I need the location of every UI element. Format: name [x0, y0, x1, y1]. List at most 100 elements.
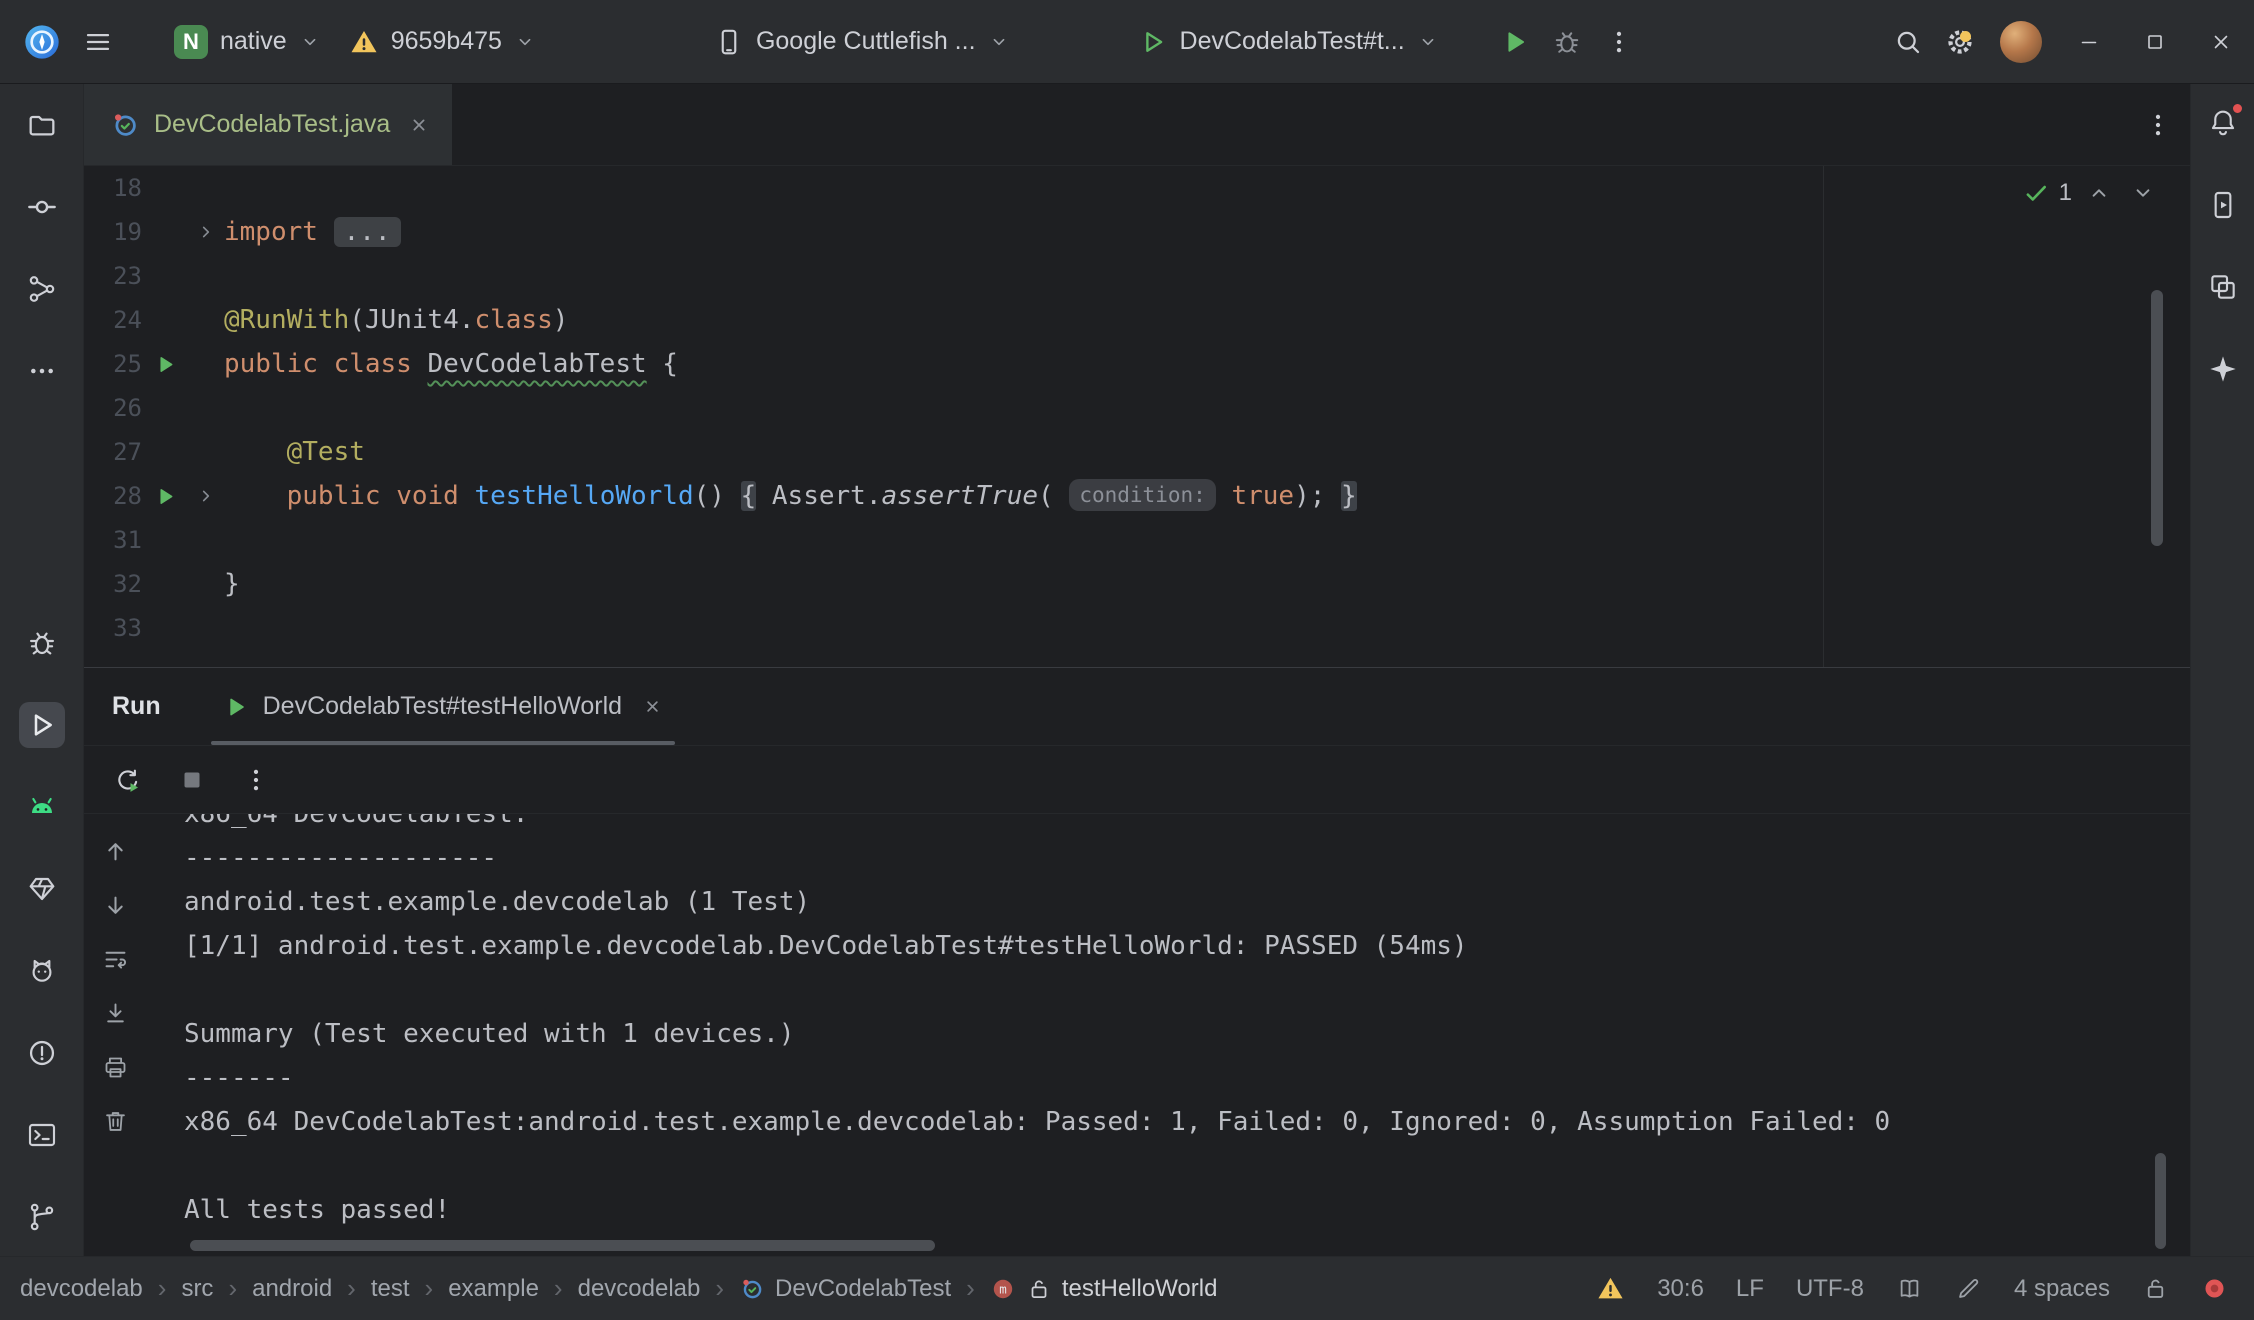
file-encoding[interactable]: UTF-8 — [1796, 1275, 1864, 1303]
search-everywhere-button[interactable] — [1882, 14, 1934, 70]
line-number[interactable]: 28 — [84, 474, 142, 518]
code-line-32[interactable]: 32} — [84, 562, 2190, 606]
code-text[interactable]: public class DevCodelabTest { — [224, 342, 678, 386]
stop-button[interactable] — [168, 756, 216, 804]
device-manager-tool-button[interactable] — [2200, 264, 2246, 310]
notifications-tool-button[interactable] — [2200, 100, 2246, 146]
main-menu-button[interactable] — [72, 14, 124, 70]
code-line-26[interactable]: 26 — [84, 386, 2190, 430]
code-line-23[interactable]: 23 — [84, 254, 2190, 298]
running-devices-tool-button[interactable] — [2200, 182, 2246, 228]
previous-problem-button[interactable] — [2082, 176, 2116, 210]
gutter-fold-column[interactable] — [188, 474, 224, 518]
gutter-fold-column[interactable] — [188, 210, 224, 254]
logcat-tool-button[interactable] — [19, 948, 65, 994]
more-tool-windows-tool-button[interactable] — [19, 348, 65, 394]
console-line[interactable]: x86_64 DevCodelabTest: — [184, 814, 2190, 836]
window-close-button[interactable] — [2188, 0, 2254, 83]
device-selector[interactable]: Google Cuttlefish ... — [700, 14, 1024, 70]
line-number[interactable]: 32 — [84, 562, 142, 606]
project-tool-button[interactable] — [19, 102, 65, 148]
console-vertical-scrollbar[interactable] — [2155, 1153, 2166, 1249]
clear-all-button[interactable] — [95, 1104, 135, 1138]
more-options-button[interactable] — [232, 756, 280, 804]
print-button[interactable] — [95, 1050, 135, 1084]
debug-tool-button[interactable] — [19, 620, 65, 666]
line-number[interactable]: 27 — [84, 430, 142, 474]
run-configuration-selector[interactable]: DevCodelabTest#t... — [1124, 14, 1453, 70]
console-line[interactable] — [184, 968, 2190, 1012]
app-quality-insights-tool-button[interactable] — [19, 866, 65, 912]
line-separator[interactable]: LF — [1736, 1275, 1764, 1303]
caret-position[interactable]: 30:6 — [1657, 1275, 1704, 1303]
code-text[interactable]: @Test — [224, 430, 365, 474]
line-number[interactable]: 19 — [84, 210, 142, 254]
window-maximize-button[interactable] — [2122, 0, 2188, 83]
code-line-18[interactable]: 18 — [84, 166, 2190, 210]
code-line-24[interactable]: 24 @RunWith(JUnit4.class) — [84, 298, 2190, 342]
code-editor[interactable]: 1819 import ... 2324 @RunWith(JUnit4.class)… — [84, 166, 2190, 667]
next-occurrence-button[interactable] — [95, 888, 135, 922]
console-line[interactable]: x86_64 DevCodelabTest:android.test.examp… — [184, 1100, 2190, 1144]
highlighting-level-icon[interactable] — [1955, 1275, 1982, 1302]
tab-devcodelabtest-java[interactable]: DevCodelabTest.java — [84, 84, 452, 165]
code-text[interactable]: } — [224, 562, 240, 606]
warning-icon[interactable] — [1596, 1274, 1625, 1303]
gutter-run-column[interactable] — [142, 474, 188, 518]
editor-scrollbar[interactable] — [2151, 290, 2163, 546]
run-tool-button[interactable] — [19, 702, 65, 748]
device-emulator-tool-button[interactable] — [19, 784, 65, 830]
breadcrumb-item-devcodelabtest[interactable]: DevCodelabTest — [739, 1275, 951, 1303]
breadcrumb-item-android[interactable]: android — [252, 1275, 332, 1303]
run-button[interactable] — [1489, 14, 1541, 70]
line-number[interactable]: 24 — [84, 298, 142, 342]
terminal-tool-button[interactable] — [19, 1112, 65, 1158]
console-line[interactable]: Summary (Test executed with 1 devices.) — [184, 1012, 2190, 1056]
settings-button[interactable] — [1934, 14, 1986, 70]
line-number[interactable]: 31 — [84, 518, 142, 562]
breadcrumb-item-devcodelab[interactable]: devcodelab — [578, 1275, 701, 1303]
version-control-tool-button[interactable] — [19, 1194, 65, 1240]
vcs-branch-selector[interactable]: 9659b475 — [335, 14, 550, 70]
commit-tool-button[interactable] — [19, 184, 65, 230]
tab-close-icon[interactable] — [408, 114, 430, 136]
console-line[interactable] — [184, 1144, 2190, 1188]
code-line-25[interactable]: 25 public class DevCodelabTest { — [84, 342, 2190, 386]
run-tab-devcodelabtest[interactable]: DevCodelabTest#testHelloWorld — [207, 668, 679, 745]
breadcrumb-item-devcodelab[interactable]: devcodelab — [20, 1275, 143, 1303]
unlock-icon[interactable] — [2142, 1275, 2169, 1302]
user-avatar[interactable] — [2000, 21, 2042, 63]
code-text[interactable]: import ... — [224, 210, 401, 254]
inspections-widget[interactable]: 1 — [2023, 176, 2160, 210]
line-number[interactable]: 18 — [84, 166, 142, 210]
line-number[interactable]: 33 — [84, 606, 142, 650]
next-problem-button[interactable] — [2126, 176, 2160, 210]
line-number[interactable]: 23 — [84, 254, 142, 298]
window-minimize-button[interactable] — [2056, 0, 2122, 83]
reader-mode-icon[interactable] — [1896, 1275, 1923, 1302]
breadcrumb-item-example[interactable]: example — [448, 1275, 539, 1303]
line-number[interactable]: 25 — [84, 342, 142, 386]
structure-tool-button[interactable] — [19, 266, 65, 312]
scroll-to-end-button[interactable] — [95, 996, 135, 1030]
tab-list-button[interactable] — [2126, 84, 2190, 165]
problems-tool-button[interactable] — [19, 1030, 65, 1076]
code-line-33[interactable]: 33 — [84, 606, 2190, 650]
line-number[interactable]: 26 — [84, 386, 142, 430]
rerun-test-button[interactable] — [104, 756, 152, 804]
indent-setting[interactable]: 4 spaces — [2014, 1275, 2110, 1303]
code-text[interactable]: @RunWith(JUnit4.class) — [224, 298, 568, 342]
code-line-28[interactable]: 28 public void testHelloWorld() { Assert… — [84, 474, 2190, 518]
code-line-19[interactable]: 19 import ... — [84, 210, 2190, 254]
previous-occurrence-button[interactable] — [95, 834, 135, 868]
gemini-assistant-tool-button[interactable] — [2200, 346, 2246, 392]
breadcrumb-item-src[interactable]: src — [181, 1275, 213, 1303]
run-tab-close-icon[interactable] — [642, 696, 663, 717]
project-selector[interactable]: N native — [160, 14, 335, 70]
breadcrumb-item-test[interactable]: test — [371, 1275, 410, 1303]
console-line[interactable]: -------------------- — [184, 836, 2190, 880]
code-text[interactable]: public void testHelloWorld() { Assert.as… — [224, 474, 1357, 518]
recording-indicator-icon[interactable] — [2201, 1275, 2228, 1302]
code-line-27[interactable]: 27 @Test — [84, 430, 2190, 474]
console-output[interactable]: x86_64 DevCodelabTest:------------------… — [146, 814, 2190, 1256]
